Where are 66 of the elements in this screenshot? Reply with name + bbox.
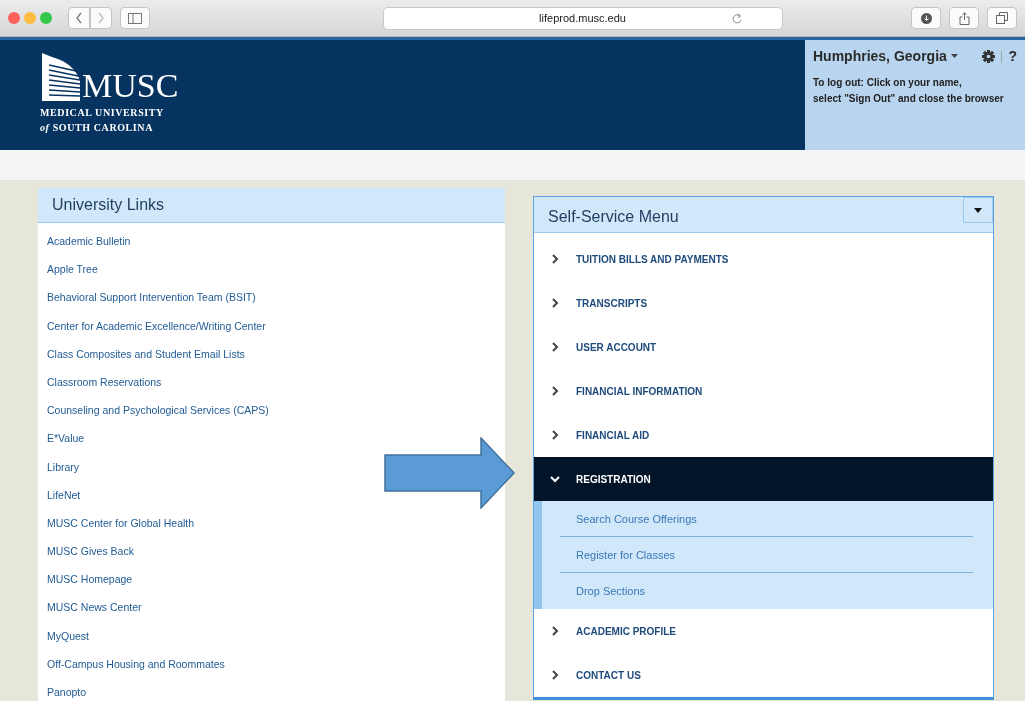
sidebar-button[interactable] xyxy=(120,7,150,29)
chevron-icon xyxy=(550,342,560,352)
submenu-item[interactable]: Drop Sections xyxy=(560,573,973,609)
building-icon xyxy=(40,53,82,101)
link[interactable]: Academic Bulletin xyxy=(38,227,140,256)
link[interactable]: Classroom Reservations xyxy=(38,367,171,397)
close-window-button[interactable] xyxy=(8,12,20,24)
caret-icon xyxy=(950,54,958,59)
logo-subtitle: of SOUTH CAROLINA xyxy=(40,121,154,135)
chevron-icon xyxy=(550,254,560,264)
logo-subtitle: MEDICAL UNIVERSITY xyxy=(40,106,165,120)
back-button[interactable] xyxy=(68,7,90,29)
link[interactable]: MUSC News Center xyxy=(38,593,151,622)
chevron-icon xyxy=(550,430,560,440)
menu-item[interactable]: CONTACT US xyxy=(534,653,993,697)
link[interactable]: Apple Tree xyxy=(38,255,107,284)
link[interactable]: MyQuest xyxy=(38,621,98,650)
link[interactable]: Counseling and Psychological Services (CAPS) xyxy=(38,396,278,425)
chevron-icon xyxy=(550,298,560,308)
panel-title: Self-Service Menu xyxy=(548,207,679,227)
menu-item[interactable]: ACADEMIC PROFILE xyxy=(534,609,993,653)
forward-icon xyxy=(97,12,105,24)
settings-icon[interactable] xyxy=(982,50,996,63)
logout-hint: To log out: Click on your name, xyxy=(813,76,963,90)
link[interactable]: Off-Campus Housing and Roommates xyxy=(38,649,234,678)
logout-hint: select "Sign Out" and close the browser xyxy=(813,92,1005,106)
link[interactable]: Panopto xyxy=(38,678,96,701)
menu-item[interactable]: USER ACCOUNT xyxy=(534,325,993,369)
help-link[interactable]: ? xyxy=(1008,46,1017,67)
address-bar[interactable]: lifeprod.musc.edu xyxy=(382,6,783,30)
menu-item[interactable]: TUITION BILLS AND PAYMENTS xyxy=(534,237,993,281)
panel-title: University Links xyxy=(52,195,165,215)
link[interactable]: Class Composites and Student Email Lists xyxy=(38,339,254,368)
menu-item[interactable]: REGISTRATION xyxy=(534,457,993,501)
menu-item[interactable]: FINANCIAL AID xyxy=(534,413,993,457)
menu-item[interactable]: TRANSCRIPTS xyxy=(534,281,993,325)
submenu-item[interactable]: Search Course Offerings xyxy=(560,501,973,537)
download-icon xyxy=(920,12,932,24)
chevron-icon xyxy=(550,474,560,484)
link[interactable]: Center for Academic Excellence/Writing Center xyxy=(38,311,275,340)
caret-icon xyxy=(974,207,982,213)
address-text: lifeprod.musc.edu xyxy=(539,10,626,26)
submenu-item[interactable]: Register for Classes xyxy=(560,537,973,573)
link[interactable]: MUSC Homepage xyxy=(38,565,142,594)
sidebar-icon xyxy=(128,12,142,24)
link[interactable]: E*Value xyxy=(38,424,94,453)
tabs-icon xyxy=(996,12,1008,24)
chevron-icon xyxy=(550,626,560,636)
chevron-icon xyxy=(550,386,560,396)
link[interactable]: LifeNet xyxy=(38,480,90,509)
logo-wordmark: MUSC xyxy=(82,71,179,101)
dropdown-button[interactable] xyxy=(963,197,993,223)
downloads-button[interactable] xyxy=(911,7,941,29)
menu-item[interactable]: FINANCIAL INFORMATION xyxy=(534,369,993,413)
user-menu[interactable]: Humphries, Georgia xyxy=(813,46,958,67)
link[interactable]: Behavioral Support Intervention Team (BSIT) xyxy=(38,283,265,312)
university-logo[interactable]: MUSC MEDICAL UNIVERSITY of SOUTH CAROLINA xyxy=(40,53,179,135)
link[interactable]: Library xyxy=(38,452,89,481)
share-button[interactable] xyxy=(949,7,979,29)
link[interactable]: MUSC Center for Global Health xyxy=(38,508,204,538)
back-icon xyxy=(75,12,83,24)
tabs-button[interactable] xyxy=(987,7,1017,29)
chevron-icon xyxy=(550,670,560,680)
share-icon xyxy=(958,11,970,25)
reload-icon xyxy=(731,12,742,24)
link[interactable]: MUSC Gives Back xyxy=(38,537,143,566)
